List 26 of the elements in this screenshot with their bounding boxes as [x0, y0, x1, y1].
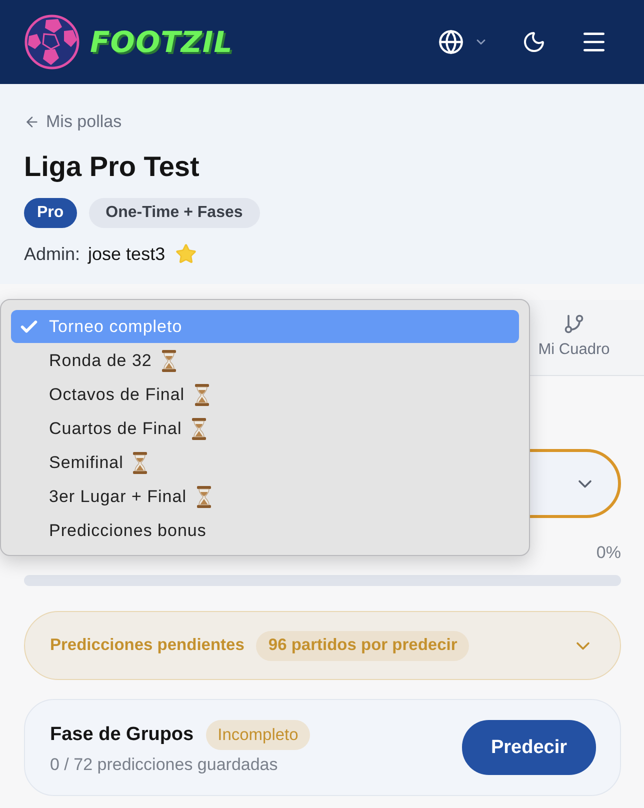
- theme-toggle-button[interactable]: [522, 30, 546, 54]
- pending-count-badge: 96 partidos por predecir: [256, 630, 470, 660]
- star-icon: [175, 243, 198, 265]
- soccer-ball-icon: [24, 14, 80, 70]
- menu-option[interactable]: Predicciones bonus: [11, 514, 519, 547]
- predict-button[interactable]: Predecir: [462, 720, 596, 775]
- mode-badge: One-Time + Fases: [88, 198, 260, 228]
- admin-name: jose test3: [88, 244, 166, 264]
- phase-progress-text: 0 / 72 predicciones guardadas: [50, 755, 278, 775]
- menu-option[interactable]: 3er Lugar + Final: [11, 480, 519, 513]
- status-badge: Incompleto: [206, 720, 310, 750]
- menu-option[interactable]: Cuartos de Final: [11, 412, 519, 445]
- menu-option[interactable]: Semifinal: [11, 446, 519, 479]
- brand-name: FOOTZIL: [90, 25, 233, 59]
- menu-option[interactable]: Octavos de Final: [11, 378, 519, 411]
- moon-icon: [522, 30, 546, 54]
- plan-badge: Pro: [24, 198, 77, 228]
- language-button[interactable]: [438, 29, 488, 55]
- progress-percent: 0%: [596, 543, 621, 563]
- phase-name: Fase de Grupos: [50, 724, 194, 746]
- back-link[interactable]: Mis pollas: [24, 112, 122, 132]
- admin-label: Admin:: [24, 244, 80, 264]
- league-title: Liga Pro Test: [24, 150, 200, 184]
- pending-title: Predicciones pendientes: [50, 636, 244, 655]
- globe-icon: [438, 29, 464, 55]
- branch-icon: [563, 313, 585, 335]
